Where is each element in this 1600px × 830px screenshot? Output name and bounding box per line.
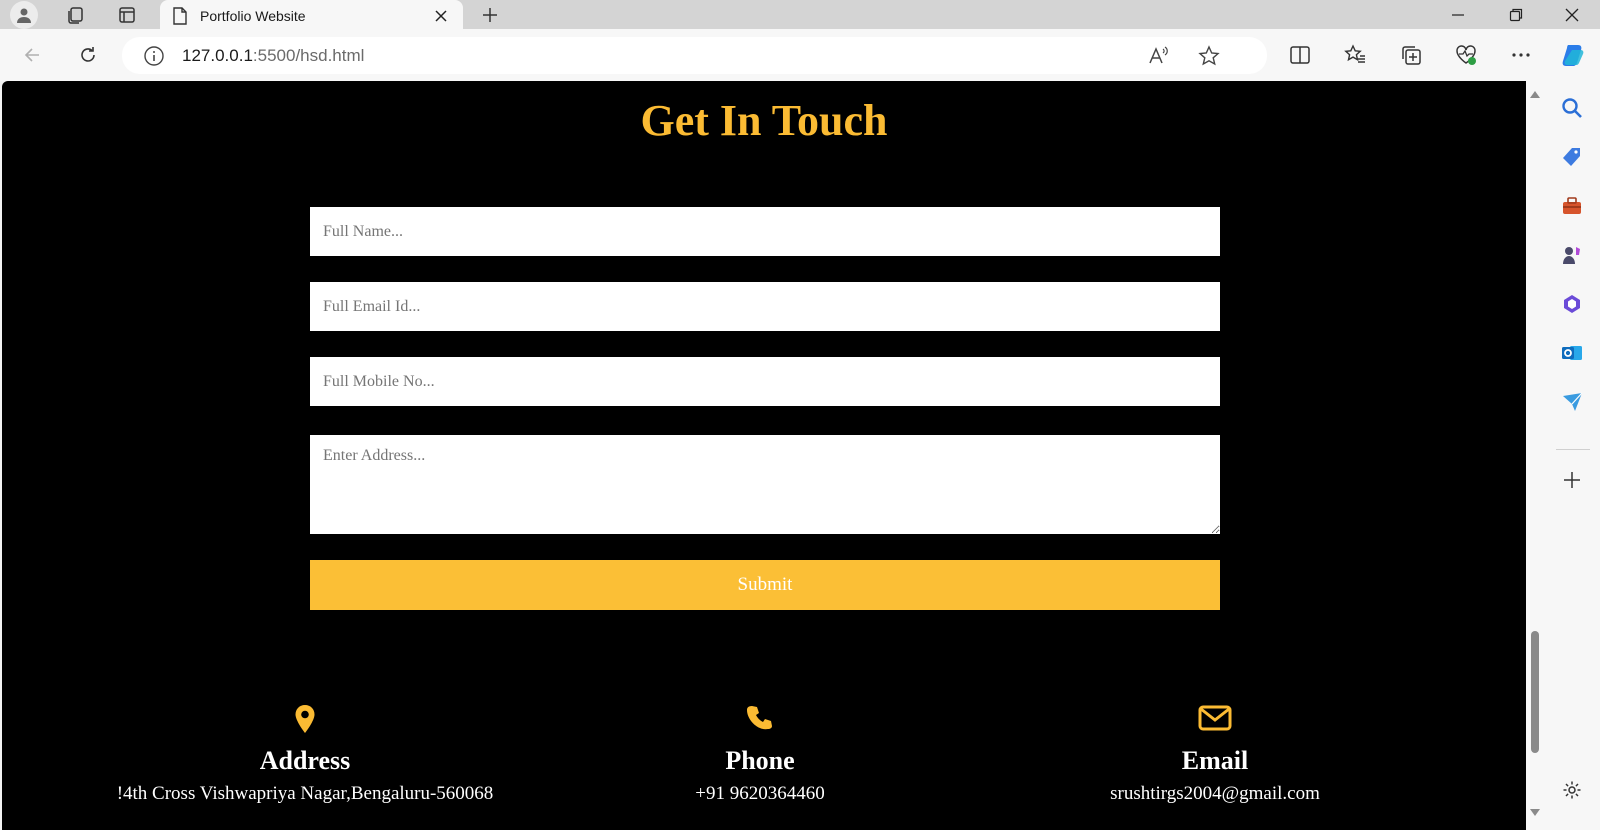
- tab-title: Portfolio Website: [200, 8, 306, 24]
- shopping-tag-icon: [1563, 148, 1580, 166]
- scrollbar-thumb[interactable]: [1531, 631, 1539, 753]
- close-window-button[interactable]: [1544, 0, 1600, 29]
- gear-icon: [1563, 781, 1581, 799]
- email-label: Email: [1181, 746, 1249, 775]
- split-screen-icon: [1290, 46, 1310, 64]
- collections-icon: [1402, 46, 1421, 65]
- more-icon: [1512, 53, 1530, 57]
- microsoft365-icon: [1564, 295, 1580, 313]
- send-icon: [1563, 392, 1583, 411]
- phone-icon: [747, 706, 772, 730]
- heart-pulse-icon: [1456, 45, 1476, 65]
- sidebar-office-button[interactable]: [1558, 290, 1586, 318]
- address-textarea[interactable]: [310, 435, 1220, 534]
- scroll-down-arrow[interactable]: [1530, 809, 1540, 816]
- navigation-bar: 127.0.0.1:5500/hsd.html: [0, 29, 1600, 81]
- workspaces-icon: [68, 6, 83, 24]
- phone-label: Phone: [725, 746, 795, 775]
- envelope-icon: [1198, 705, 1232, 731]
- tab-actions-icon: [119, 6, 135, 23]
- close-icon: [435, 10, 447, 22]
- refresh-button[interactable]: [70, 29, 106, 81]
- address-label: Address: [259, 746, 351, 775]
- favorites-icon: [1344, 44, 1365, 63]
- email-input[interactable]: [310, 282, 1220, 331]
- refresh-icon: [81, 47, 95, 62]
- browser-essentials-button[interactable]: [1448, 29, 1484, 81]
- submit-button[interactable]: Submit: [310, 560, 1220, 610]
- search-icon: [1562, 98, 1582, 118]
- page-icon: [173, 7, 187, 25]
- edge-sidebar: [1544, 81, 1600, 830]
- close-icon: [1565, 8, 1579, 21]
- mobile-input[interactable]: [310, 357, 1220, 406]
- collections-button[interactable]: [1393, 29, 1429, 81]
- url-text[interactable]: 127.0.0.1:5500/hsd.html: [182, 46, 364, 66]
- page-scrollbar[interactable]: [1526, 81, 1544, 830]
- scroll-up-arrow[interactable]: [1530, 91, 1540, 98]
- minimize-button[interactable]: [1430, 0, 1486, 29]
- restore-icon: [1509, 8, 1523, 21]
- read-aloud-button[interactable]: [1147, 45, 1169, 72]
- plus-icon: [483, 7, 497, 22]
- page-heading: Get In Touch: [640, 96, 888, 145]
- minimize-icon: [1452, 13, 1464, 16]
- phone-block: Phone +91 9620364460: [500, 704, 1020, 806]
- copilot-button[interactable]: [1556, 29, 1592, 81]
- close-tab-button[interactable]: [431, 6, 451, 26]
- full-name-input[interactable]: [310, 207, 1220, 256]
- add-favorite-button[interactable]: [1198, 45, 1220, 72]
- page-viewport: Get In Touch Submit Address !4th Cross V…: [2, 81, 1526, 830]
- sidebar-add-button[interactable]: [1558, 466, 1586, 494]
- settings-more-button[interactable]: [1503, 29, 1539, 81]
- sidebar-divider: [1556, 449, 1590, 450]
- sidebar-tools-button[interactable]: [1558, 192, 1586, 220]
- profile-icon: [17, 8, 31, 23]
- address-value: !4th Cross Vishwapriya Nagar,Bengaluru-5…: [116, 783, 494, 804]
- new-tab-button[interactable]: [475, 0, 505, 29]
- map-pin-icon: [295, 705, 315, 733]
- site-info-icon[interactable]: [143, 45, 165, 67]
- copilot-icon: [1562, 45, 1584, 66]
- plus-icon: [1564, 472, 1580, 488]
- restore-button[interactable]: [1488, 0, 1544, 29]
- toolbox-icon: [1563, 197, 1581, 214]
- back-button[interactable]: [14, 29, 50, 81]
- outlook-icon: [1562, 346, 1582, 360]
- workspaces-button[interactable]: [60, 0, 90, 29]
- tab-bar: Portfolio Website: [0, 0, 1600, 32]
- sidebar-games-button[interactable]: [1558, 241, 1586, 269]
- sidebar-drop-button[interactable]: [1558, 388, 1586, 416]
- sidebar-shopping-button[interactable]: [1558, 143, 1586, 171]
- vertical-tabs-button[interactable]: [112, 0, 142, 29]
- back-arrow-icon: [24, 48, 39, 62]
- email-value: srushtirgs2004@gmail.com: [1110, 783, 1320, 804]
- games-icon: [1563, 247, 1580, 264]
- address-block: Address !4th Cross Vishwapriya Nagar,Ben…: [45, 704, 565, 806]
- phone-value: +91 9620364460: [695, 783, 825, 804]
- star-icon: [1198, 45, 1220, 66]
- sidebar-outlook-button[interactable]: [1558, 339, 1586, 367]
- address-bar[interactable]: 127.0.0.1:5500/hsd.html: [122, 37, 1267, 74]
- sidebar-search-button[interactable]: [1558, 94, 1586, 122]
- sidebar-settings-button[interactable]: [1558, 776, 1586, 804]
- active-tab[interactable]: Portfolio Website: [160, 0, 463, 32]
- split-screen-button[interactable]: [1282, 29, 1318, 81]
- read-aloud-icon: [1149, 46, 1168, 64]
- profile-button[interactable]: [6, 0, 42, 29]
- email-block: Email srushtirgs2004@gmail.com: [955, 704, 1475, 806]
- favorites-button[interactable]: [1337, 29, 1373, 81]
